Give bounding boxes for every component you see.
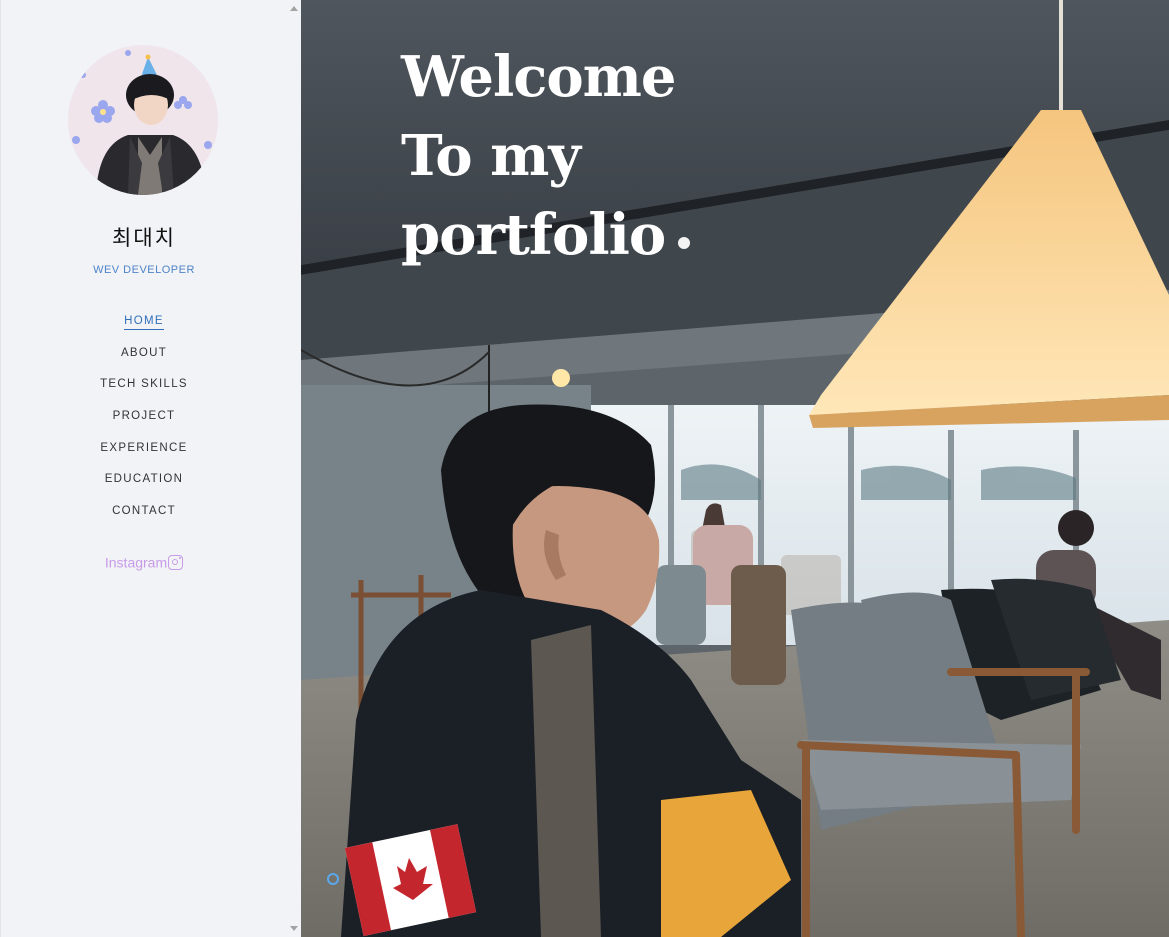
nav-item-education: EDUCATION xyxy=(1,467,287,499)
nav-link-tech-skills[interactable]: TECH SKILLS xyxy=(100,378,188,392)
nav-link-home[interactable]: HOME xyxy=(124,315,164,330)
slide-indicator-dot[interactable] xyxy=(327,873,339,885)
nav-link-about[interactable]: ABOUT xyxy=(121,347,167,361)
sidebar: 최대치 WEV DEVELOPER HOME ABOUT TECH SKILLS… xyxy=(0,0,301,937)
hero-title-line-1: Welcome xyxy=(401,44,677,110)
profile-name: 최대치 xyxy=(112,226,176,250)
scroll-up-arrow-icon[interactable] xyxy=(290,6,298,11)
nav-link-experience[interactable]: EXPERIENCE xyxy=(100,442,187,456)
nav-link-education[interactable]: EDUCATION xyxy=(105,473,184,487)
nav-item-contact: CONTACT xyxy=(1,499,287,531)
nav-item-project: PROJECT xyxy=(1,404,287,436)
instagram-link[interactable]: Instagram xyxy=(1,553,287,570)
instagram-icon xyxy=(168,554,184,570)
avatar xyxy=(68,45,218,195)
scroll-down-arrow-icon[interactable] xyxy=(290,926,298,931)
hero-title-line-3: portfolio xyxy=(401,202,666,268)
hero-title: Welcome To my portfolio xyxy=(401,38,677,275)
hero-title-line-2: To my xyxy=(401,123,581,189)
instagram-label: Instagram xyxy=(104,554,168,571)
main-nav: HOME ABOUT TECH SKILLS PROJECT EXPERIENC… xyxy=(1,309,287,531)
nav-item-tech-skills: TECH SKILLS xyxy=(1,372,287,404)
nav-link-contact[interactable]: CONTACT xyxy=(112,505,176,519)
nav-item-experience: EXPERIENCE xyxy=(1,436,287,468)
nav-link-project[interactable]: PROJECT xyxy=(113,410,176,424)
hero-section: Welcome To my portfolio xyxy=(301,0,1169,937)
profile-role: WEV DEVELOPER xyxy=(93,264,195,276)
sidebar-scrollbar[interactable] xyxy=(287,0,301,937)
nav-item-about: ABOUT xyxy=(1,341,287,373)
nav-item-home: HOME xyxy=(1,309,287,341)
